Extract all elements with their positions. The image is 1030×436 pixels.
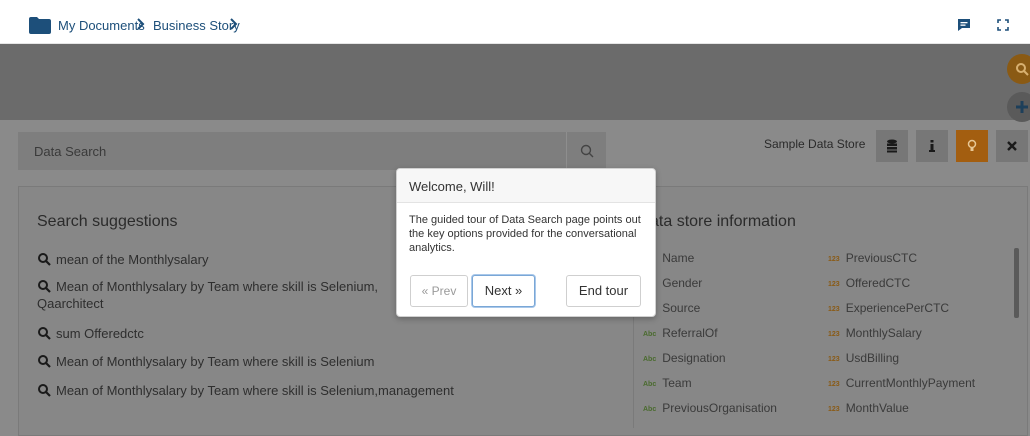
number-type-icon: 123 (828, 256, 840, 263)
suggestion-item[interactable]: mean of the Monthlysalary (37, 251, 208, 268)
folder-icon (29, 17, 51, 34)
field-item[interactable]: Abc ReferralOf (643, 326, 718, 340)
store-info-title: ata store information (650, 213, 796, 230)
search-placeholder: Data Search (34, 144, 107, 159)
field-name: Source (662, 301, 701, 315)
fields-scrollbar[interactable] (1014, 248, 1019, 318)
field-name: ExperiencePerCTC (845, 301, 950, 315)
field-item[interactable]: 123 MonthlySalary (828, 326, 922, 340)
field-name: ReferralOf (662, 326, 718, 340)
tour-popup-header: Welcome, Will! (397, 169, 655, 203)
suggestion-item[interactable]: sum Offeredctc (37, 325, 144, 342)
text-type-icon: Abc (643, 356, 657, 363)
field-name: PreviousCTC (845, 251, 918, 265)
search-icon (38, 327, 51, 340)
expand-icon[interactable] (996, 18, 1010, 32)
search-icon (580, 144, 594, 158)
suggestion-item[interactable]: Mean of Monthlysalary by Team where skil… (37, 278, 378, 312)
field-item[interactable]: 123 PreviousCTC (828, 251, 917, 265)
search-icon (38, 355, 51, 368)
field-item[interactable]: 123 CurrentMonthlyPayment (828, 376, 975, 390)
suggestion-text: Mean of Monthlysalary by Team where skil… (56, 354, 375, 369)
field-item[interactable]: 123 UsdBilling (828, 351, 899, 365)
suggestion-text: Mean of Monthlysalary by Team where skil… (56, 383, 454, 398)
suggestion-item[interactable]: Mean of Monthlysalary by Team where skil… (37, 353, 374, 370)
search-icon (38, 253, 51, 266)
number-type-icon: 123 (828, 381, 840, 388)
search-button[interactable] (566, 132, 606, 170)
text-type-icon: Abc (643, 406, 657, 413)
number-type-icon: 123 (828, 406, 840, 413)
number-type-icon: 123 (828, 306, 840, 313)
field-item[interactable]: 123 MonthValue (828, 401, 909, 415)
text-type-icon: Abc (643, 331, 657, 338)
field-name: Gender (662, 276, 703, 290)
story-canvas (0, 44, 1030, 120)
field-name: UsdBilling (845, 351, 900, 365)
breadcrumb-business-story[interactable]: Business Story (153, 18, 240, 33)
bulb-icon (967, 139, 977, 151)
field-item[interactable]: Abc Team (643, 376, 692, 390)
tour-button[interactable] (956, 130, 988, 162)
tour-popup: Welcome, Will! The guided tour of Data S… (396, 168, 656, 317)
breadcrumb-my-documents[interactable]: My Documents (58, 18, 145, 33)
text-type-icon: Abc (643, 381, 657, 388)
field-name: MonthlySalary (845, 326, 922, 340)
number-type-icon: 123 (828, 281, 840, 288)
field-name: Name (662, 251, 695, 265)
field-item[interactable]: 123 OfferedCTC (828, 276, 910, 290)
field-name: OfferedCTC (845, 276, 911, 290)
suggestions-title: Search suggestions (37, 213, 178, 230)
close-button[interactable] (996, 130, 1028, 162)
suggestion-item[interactable]: Mean of Monthlysalary by Team where skil… (37, 382, 454, 399)
side-search-button[interactable] (1007, 54, 1030, 84)
suggestion-text: mean of the Monthlysalary (56, 252, 209, 267)
search-icon (38, 280, 51, 293)
tour-title: Welcome, Will! (409, 179, 495, 194)
close-icon (1007, 141, 1017, 151)
plus-icon (1016, 101, 1028, 113)
search-icon (1016, 63, 1029, 76)
side-add-button[interactable] (1007, 92, 1030, 122)
info-icon (929, 140, 935, 152)
info-button[interactable] (916, 130, 948, 162)
tour-next-button[interactable]: Next » (472, 275, 535, 307)
database-icon (887, 139, 897, 153)
field-name: MonthValue (845, 401, 909, 415)
field-name: PreviousOrganisation (662, 401, 777, 415)
number-type-icon: 123 (828, 356, 840, 363)
suggestion-text: Mean of Monthlysalary by Team where skil… (56, 279, 379, 294)
chat-icon[interactable] (957, 18, 971, 32)
field-name: CurrentMonthlyPayment (845, 376, 976, 390)
suggestion-text: sum Offeredctc (56, 326, 144, 341)
data-store-label: Sample Data Store (764, 137, 866, 151)
tour-body: The guided tour of Data Search page poin… (409, 214, 641, 254)
top-bar: My Documents Business Story (0, 0, 1030, 44)
field-item[interactable]: 123 ExperiencePerCTC (828, 301, 949, 315)
database-button[interactable] (876, 130, 908, 162)
search-icon (38, 384, 51, 397)
chevron-right-icon (137, 17, 145, 32)
chevron-right-icon (230, 17, 238, 32)
number-type-icon: 123 (828, 331, 840, 338)
tour-end-button[interactable]: End tour (566, 275, 641, 307)
field-item[interactable]: Abc Designation (643, 351, 726, 365)
search-input[interactable]: Data Search (18, 132, 566, 170)
field-item[interactable]: Abc PreviousOrganisation (643, 401, 777, 415)
suggestion-text-continued: Qaarchitect (37, 296, 104, 311)
field-name: Team (662, 376, 692, 390)
field-name: Designation (662, 351, 726, 365)
tour-prev-button[interactable]: « Prev (410, 275, 468, 307)
